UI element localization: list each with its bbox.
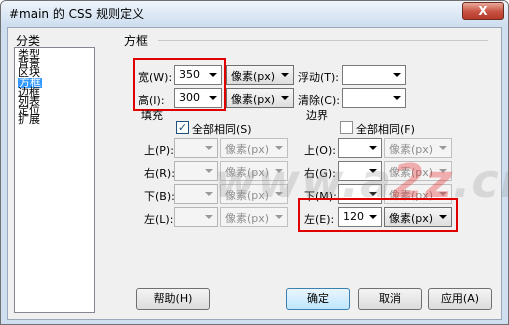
watermark: www.a2z.cn — [214, 154, 508, 208]
ok-button[interactable]: 确定 — [286, 288, 350, 310]
panel-title-divider — [158, 40, 488, 41]
category-item-extensions[interactable]: 扩展 — [18, 114, 40, 125]
padding-right-field[interactable] — [174, 161, 218, 181]
watermark-text-highlight: 2z — [392, 154, 453, 208]
chevron-down-icon[interactable] — [277, 66, 293, 84]
chevron-down-icon[interactable] — [277, 89, 293, 107]
watermark-text: www.a — [214, 154, 393, 208]
width-unit-select[interactable]: 像素(px) — [226, 65, 294, 85]
width-height-highlight — [133, 58, 226, 111]
float-select[interactable] — [342, 65, 406, 85]
chevron-down-icon[interactable] — [389, 89, 405, 107]
dialog-body: 分类 类型 背景 区块 方框 边框 列表 定位 扩展 方框 宽(W): 350 … — [7, 27, 508, 320]
window-title: #main 的 CSS 规则定义 — [9, 7, 145, 21]
margin-group-title: 边界 — [306, 109, 328, 122]
panel-title: 方框 — [124, 34, 149, 48]
margin-same-label: 全部相同(F) — [356, 123, 415, 136]
padding-bottom-label: 下(B): — [144, 190, 175, 203]
title-bar[interactable]: #main 的 CSS 规则定义 X — [1, 1, 508, 25]
height-unit-value: 像素(px) — [231, 93, 276, 106]
padding-left-unit[interactable]: 像素(px) — [220, 207, 288, 227]
chevron-down-icon[interactable] — [389, 66, 405, 84]
padding-left-label: 左(L): — [144, 213, 174, 226]
chevron-down-icon[interactable] — [201, 208, 217, 226]
watermark-text-suffix: .cn — [452, 154, 508, 208]
padding-right-label: 右(R): — [144, 167, 175, 180]
category-list[interactable]: 类型 背景 区块 方框 边框 列表 定位 扩展 — [14, 47, 95, 313]
float-label: 浮动(T): — [298, 71, 340, 84]
padding-top-field[interactable] — [174, 138, 218, 158]
margin-same-checkbox[interactable] — [340, 121, 353, 134]
clear-select[interactable] — [342, 88, 406, 108]
css-rule-dialog: #main 的 CSS 规则定义 X 分类 类型 背景 区块 方框 边框 列表 … — [0, 0, 509, 325]
padding-group-title: 填充 — [141, 109, 163, 122]
padding-same-checkbox[interactable]: ✓ — [176, 121, 189, 134]
close-button[interactable]: X — [462, 2, 504, 20]
padding-left-unit-value: 像素(px) — [225, 212, 270, 225]
padding-same-label: 全部相同(S) — [192, 123, 252, 136]
padding-top-label: 上(P): — [144, 144, 174, 157]
clear-label: 清除(C): — [298, 94, 340, 107]
chevron-down-icon[interactable] — [271, 208, 287, 226]
help-button[interactable]: 帮助(H) — [136, 288, 210, 310]
padding-left-field[interactable] — [174, 207, 218, 227]
padding-bottom-field[interactable] — [174, 184, 218, 204]
apply-button[interactable]: 应用(A) — [428, 288, 492, 310]
cancel-button[interactable]: 取消 — [358, 288, 422, 310]
height-unit-select[interactable]: 像素(px) — [226, 88, 294, 108]
width-unit-value: 像素(px) — [231, 70, 276, 83]
